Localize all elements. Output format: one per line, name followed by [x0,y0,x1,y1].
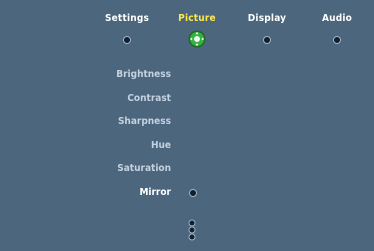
selection-dot-icon [189,188,197,197]
tab-picture-label: Picture [178,13,216,24]
menu-item-brightness[interactable]: Brightness [0,68,374,92]
dot-indicator-icon [263,36,271,44]
menu-item-contrast[interactable]: Contrast [0,92,374,116]
menu-item-sharpness[interactable]: Sharpness [0,115,374,139]
tab-settings[interactable]: Settings [92,12,162,44]
menu-item-label: Brightness [116,69,171,80]
scroll-down-icon[interactable] [186,219,198,241]
menu-item-label: Contrast [127,92,171,104]
osd-menu-screen: Settings Picture Display Audio Brightnes… [0,0,374,251]
tab-audio[interactable]: Audio [302,12,372,44]
menu-tab-bar: Settings Picture Display Audio [92,12,372,56]
dot-indicator-icon [333,36,341,44]
tab-settings-label: Settings [104,13,150,24]
menu-item-mirror[interactable]: Mirror [0,186,374,210]
selected-knob-icon [188,30,206,48]
dot-indicator-icon [123,36,131,44]
menu-item-label: Mirror [139,186,171,198]
tab-picture[interactable]: Picture [162,12,232,48]
picture-settings-menu: Brightness Contrast Sharpness Hue Satura… [0,68,374,210]
menu-item-label: Sharpness [117,116,171,128]
tab-display[interactable]: Display [232,12,302,44]
menu-item-label: Saturation [117,163,171,175]
tab-audio-label: Audio [321,13,353,24]
menu-item-hue[interactable]: Hue [0,139,374,163]
menu-item-label: Hue [150,139,171,151]
menu-item-saturation[interactable]: Saturation [0,162,374,186]
tab-display-label: Display [247,13,287,24]
